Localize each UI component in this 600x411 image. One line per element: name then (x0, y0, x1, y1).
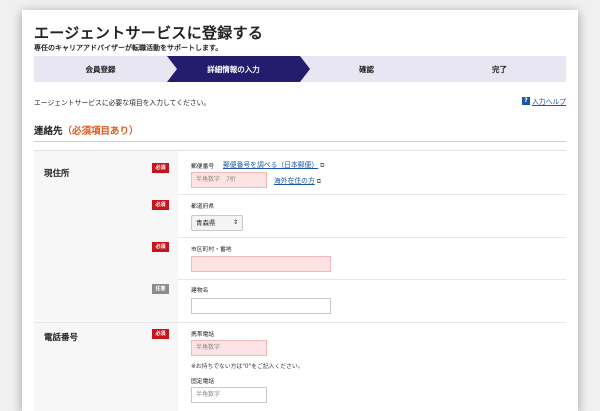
overseas-link-text: 海外在住の方 (274, 177, 315, 185)
building-label: 建物名 (191, 288, 209, 294)
row-divider (178, 279, 566, 280)
registration-card: エージェントサービスに登録する 専任のキャリアアドバイザーが転職活動をサポートし… (22, 10, 578, 411)
city-input[interactable] (191, 256, 331, 272)
postal-lookup-text: 郵便番号を調べる（日本郵便） (223, 161, 319, 169)
city-label: 市区町村・番地 (191, 247, 232, 253)
input-help-label: 入力ヘルプ (532, 98, 566, 106)
mobile-input[interactable]: 半角数字 (191, 340, 267, 356)
row-divider (178, 194, 566, 195)
required-note: （必須項目あり） (62, 126, 139, 137)
page-subtitle: 専任のキャリアアドバイザーが転職活動をサポートします。 (34, 44, 223, 52)
row-divider (178, 237, 566, 238)
section-title-text: 連絡先 (34, 126, 63, 137)
required-badge: 必須 (152, 163, 169, 173)
input-help-link[interactable]: ? 入力ヘルプ (522, 96, 566, 106)
instruction-text: エージェントサービスに必要な項目を入力してください。 (34, 99, 211, 107)
progress-steps: 会員登録 詳細情報の入力 確認 完了 (34, 56, 566, 82)
external-link-icon: ⧉ (320, 162, 325, 169)
chevron-up-down-icon: ⇕ (232, 219, 238, 226)
postal-lookup-link[interactable]: 郵便番号を調べる（日本郵便） ⧉ (223, 159, 324, 170)
step-confirm: 確認 (300, 56, 433, 82)
step-arrow-1 (167, 56, 177, 82)
step-member-registration: 会員登録 (34, 56, 167, 82)
phone-group-label: 電話番号 (44, 333, 79, 343)
postal-code-label: 郵便番号 (191, 164, 215, 170)
step-arrow-2 (300, 56, 310, 82)
required-badge: 必須 (152, 200, 169, 210)
required-badge: 必須 (152, 242, 169, 252)
page-title: エージェントサービスに登録する (34, 24, 264, 42)
overseas-link[interactable]: 海外在住の方 ⧉ (274, 175, 321, 186)
postal-code-input[interactable]: 半角数字 7桁 (191, 172, 267, 188)
optional-badge: 任意 (152, 284, 169, 294)
group-divider (34, 322, 566, 323)
prefecture-value: 青森県 (196, 219, 216, 227)
mobile-label: 携帯電話 (191, 332, 215, 338)
step-detail-input: 詳細情報の入力 (167, 56, 300, 82)
landline-input[interactable]: 半角数字 (191, 387, 267, 403)
section-title: 連絡先（必須項目あり） (34, 123, 139, 137)
required-badge: 必須 (152, 329, 169, 339)
building-input[interactable] (191, 298, 331, 314)
external-link-icon: ⧉ (316, 178, 322, 185)
step-complete: 完了 (433, 56, 566, 82)
mobile-note: ※お持ちでない方は"0"をご記入ください。 (191, 364, 304, 370)
prefecture-label: 都道府県 (191, 204, 215, 210)
contact-form: 現住所 必須 郵便番号 郵便番号を調べる（日本郵便） ⧉ 半角数字 7桁 海外在住… (34, 150, 566, 411)
question-icon: ? (522, 97, 531, 105)
prefecture-select[interactable]: 青森県 ⇕ (191, 215, 243, 231)
section-divider (34, 141, 566, 142)
address-group-label: 現住所 (44, 169, 70, 179)
landline-label: 固定電話 (191, 379, 215, 385)
